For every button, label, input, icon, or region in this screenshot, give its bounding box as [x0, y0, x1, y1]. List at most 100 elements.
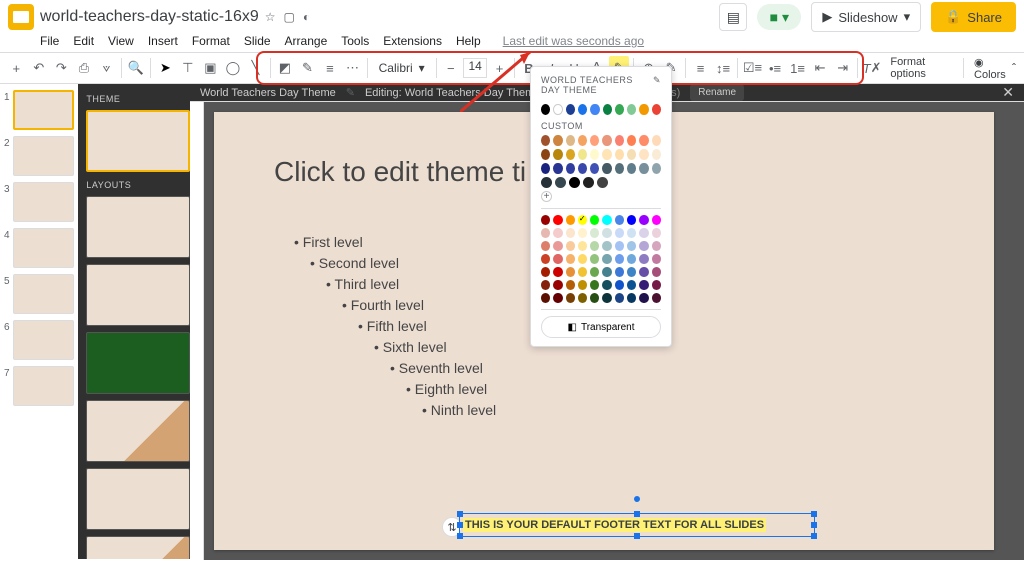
- theme-body-placeholder[interactable]: • First level• Second level• Third level…: [294, 232, 496, 421]
- color-swatch[interactable]: [541, 254, 550, 264]
- color-swatch[interactable]: [578, 135, 587, 146]
- color-swatch[interactable]: [627, 267, 636, 277]
- paint-format-button[interactable]: ⟇: [96, 56, 117, 80]
- color-swatch[interactable]: [652, 104, 661, 115]
- filmstrip-slide[interactable]: 7: [4, 366, 74, 406]
- color-swatch[interactable]: [553, 163, 562, 174]
- color-swatch[interactable]: [602, 135, 611, 146]
- redo-button[interactable]: ↷: [51, 56, 72, 80]
- color-swatch[interactable]: [639, 241, 648, 251]
- color-swatch[interactable]: [578, 149, 587, 160]
- color-swatch[interactable]: [602, 241, 611, 251]
- color-swatch[interactable]: [541, 149, 550, 160]
- color-swatch[interactable]: [602, 149, 611, 160]
- color-swatch[interactable]: [639, 293, 648, 303]
- cloud-icon[interactable]: ◐: [303, 10, 310, 24]
- filmstrip-slide[interactable]: 2: [4, 136, 74, 176]
- color-swatch[interactable]: [578, 293, 587, 303]
- color-swatch[interactable]: [578, 215, 587, 225]
- menu-insert[interactable]: Insert: [148, 34, 178, 48]
- color-swatch[interactable]: [639, 163, 648, 174]
- increase-font-button[interactable]: +: [489, 56, 510, 80]
- image-tool[interactable]: ▣: [200, 56, 221, 80]
- slideshow-button[interactable]: ▶ Slideshow ▾: [811, 2, 921, 32]
- color-swatch[interactable]: [652, 163, 661, 174]
- indent-more-button[interactable]: ⇥: [832, 56, 853, 80]
- menu-format[interactable]: Format: [192, 34, 230, 48]
- fill-button[interactable]: ◩: [275, 56, 296, 80]
- border-weight-button[interactable]: ≡: [320, 56, 341, 80]
- color-swatch[interactable]: [541, 163, 550, 174]
- color-swatch[interactable]: [553, 104, 563, 115]
- color-swatch[interactable]: [590, 254, 599, 264]
- menu-edit[interactable]: Edit: [73, 34, 94, 48]
- color-swatch[interactable]: [602, 280, 611, 290]
- color-swatch[interactable]: [602, 267, 611, 277]
- colors-button[interactable]: ◉ Colors: [968, 56, 1018, 81]
- decrease-font-button[interactable]: −: [441, 56, 462, 80]
- color-swatch[interactable]: [578, 241, 587, 251]
- color-swatch[interactable]: [627, 215, 636, 225]
- color-swatch[interactable]: [566, 267, 575, 277]
- color-swatch[interactable]: [578, 163, 587, 174]
- line-tool[interactable]: ╲: [245, 56, 266, 80]
- color-swatch[interactable]: [553, 267, 562, 277]
- color-swatch[interactable]: [566, 293, 575, 303]
- bullet-list-button[interactable]: •≡: [765, 56, 786, 80]
- color-swatch[interactable]: [615, 163, 624, 174]
- color-swatch[interactable]: [541, 267, 550, 277]
- color-swatch[interactable]: [615, 280, 624, 290]
- color-swatch[interactable]: [590, 267, 599, 277]
- color-picker-popup[interactable]: WORLD TEACHERS DAY THEME✎ CUSTOM + ◧ Tra…: [530, 66, 672, 347]
- share-button[interactable]: 🔒 Share: [931, 2, 1016, 32]
- menu-help[interactable]: Help: [456, 34, 481, 48]
- color-swatch[interactable]: [602, 293, 611, 303]
- color-swatch[interactable]: [566, 254, 575, 264]
- print-button[interactable]: ⎙: [74, 56, 95, 80]
- color-swatch[interactable]: [566, 135, 575, 146]
- color-swatch[interactable]: [652, 215, 661, 225]
- menu-extensions[interactable]: Extensions: [383, 34, 442, 48]
- color-swatch[interactable]: [627, 280, 636, 290]
- color-swatch[interactable]: [652, 228, 661, 238]
- number-list-button[interactable]: 1≡: [787, 56, 808, 80]
- color-swatch[interactable]: [541, 280, 550, 290]
- format-options-button[interactable]: Format options: [884, 56, 959, 80]
- collapse-toolbar-icon[interactable]: ˆ: [1012, 61, 1016, 75]
- color-swatch[interactable]: [639, 215, 648, 225]
- color-swatch[interactable]: [652, 293, 661, 303]
- color-swatch[interactable]: [627, 293, 636, 303]
- close-editor-icon[interactable]: ✕: [1002, 84, 1014, 101]
- color-swatch[interactable]: [627, 228, 636, 238]
- color-swatch[interactable]: [590, 293, 599, 303]
- color-swatch[interactable]: [566, 241, 575, 251]
- color-swatch[interactable]: [590, 163, 599, 174]
- color-swatch[interactable]: [615, 135, 624, 146]
- color-swatch[interactable]: [590, 104, 599, 115]
- slides-logo[interactable]: [8, 4, 34, 30]
- color-swatch[interactable]: [615, 215, 624, 225]
- new-slide-button[interactable]: +: [6, 56, 27, 80]
- color-swatch[interactable]: [590, 135, 599, 146]
- color-swatch[interactable]: [590, 280, 599, 290]
- border-dash-button[interactable]: ⋯: [342, 56, 363, 80]
- color-swatch[interactable]: [566, 280, 575, 290]
- color-swatch[interactable]: [615, 241, 624, 251]
- theme-master-thumb[interactable]: [86, 110, 190, 172]
- color-swatch[interactable]: [615, 104, 624, 115]
- color-swatch[interactable]: [639, 267, 648, 277]
- color-swatch[interactable]: [615, 267, 624, 277]
- border-color-button[interactable]: ✎: [297, 56, 318, 80]
- color-swatch[interactable]: [590, 228, 599, 238]
- color-swatch[interactable]: [615, 254, 624, 264]
- color-swatch[interactable]: [583, 177, 594, 188]
- star-icon[interactable]: ☆: [265, 10, 276, 24]
- vertical-ruler[interactable]: [190, 102, 204, 560]
- last-edit-link[interactable]: Last edit was seconds ago: [503, 34, 644, 48]
- meet-button[interactable]: ■ ▾: [757, 4, 801, 30]
- color-swatch[interactable]: [578, 280, 587, 290]
- menu-file[interactable]: File: [40, 34, 59, 48]
- theme-title-placeholder[interactable]: Click to edit theme ti: [274, 156, 526, 188]
- shape-tool[interactable]: ◯: [223, 56, 244, 80]
- filmstrip-slide[interactable]: 1: [4, 90, 74, 130]
